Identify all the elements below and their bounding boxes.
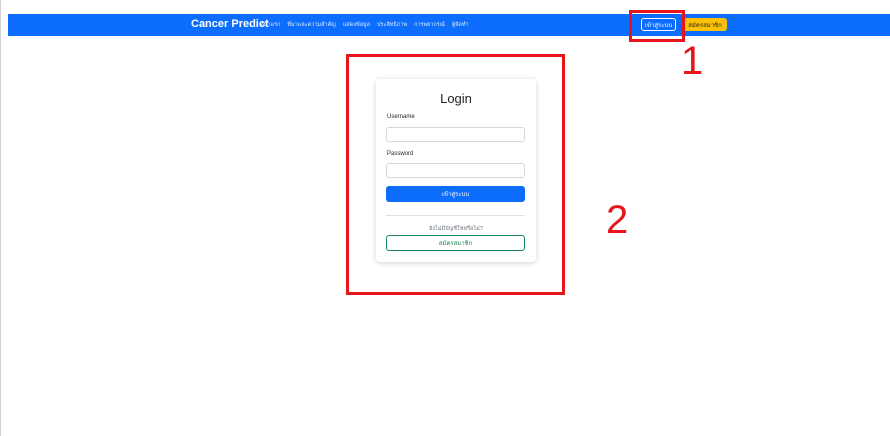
card-register-button[interactable]: สมัครสมาชิก bbox=[386, 235, 525, 251]
navbar-brand[interactable]: Cancer Predict bbox=[191, 18, 269, 30]
nav-link-performance[interactable]: ประสิทธิภาพ bbox=[377, 21, 407, 29]
register-prompt: ยังไม่มีบัญชีใช่หรือไม่? bbox=[429, 226, 483, 232]
nav-link-background[interactable]: ที่มาและความสำคัญ bbox=[287, 21, 336, 29]
page-left-border bbox=[0, 0, 1, 436]
username-label: Username bbox=[387, 114, 415, 120]
password-label: Password bbox=[387, 151, 414, 157]
navbar: Cancer Predict หน้าแรก ที่มาและความสำคัญ… bbox=[8, 14, 890, 36]
login-submit-button[interactable]: เข้าสู่ระบบ bbox=[386, 186, 525, 202]
login-card: Login Username Password เข้าสู่ระบบ ยังไ… bbox=[376, 79, 536, 262]
annotation-marker-1: 1 bbox=[681, 39, 704, 83]
nav-link-home[interactable]: หน้าแรก bbox=[260, 21, 280, 29]
annotation-box-1 bbox=[629, 10, 685, 42]
nav-link-team[interactable]: ผู้จัดทำ bbox=[452, 21, 469, 29]
username-input[interactable] bbox=[386, 127, 525, 142]
navbar-register-button[interactable]: สมัครสมาชิก bbox=[683, 18, 727, 31]
divider bbox=[386, 215, 525, 216]
nav-link-data[interactable]: แสดงข้อมูล bbox=[343, 21, 370, 29]
nav-link-prediction[interactable]: การพยากรณ์ bbox=[414, 21, 445, 29]
nav-links: หน้าแรก ที่มาและความสำคัญ แสดงข้อมูล ประ… bbox=[260, 21, 469, 29]
annotation-marker-2: 2 bbox=[606, 198, 629, 242]
password-input[interactable] bbox=[386, 163, 525, 178]
login-title: Login bbox=[440, 91, 472, 106]
